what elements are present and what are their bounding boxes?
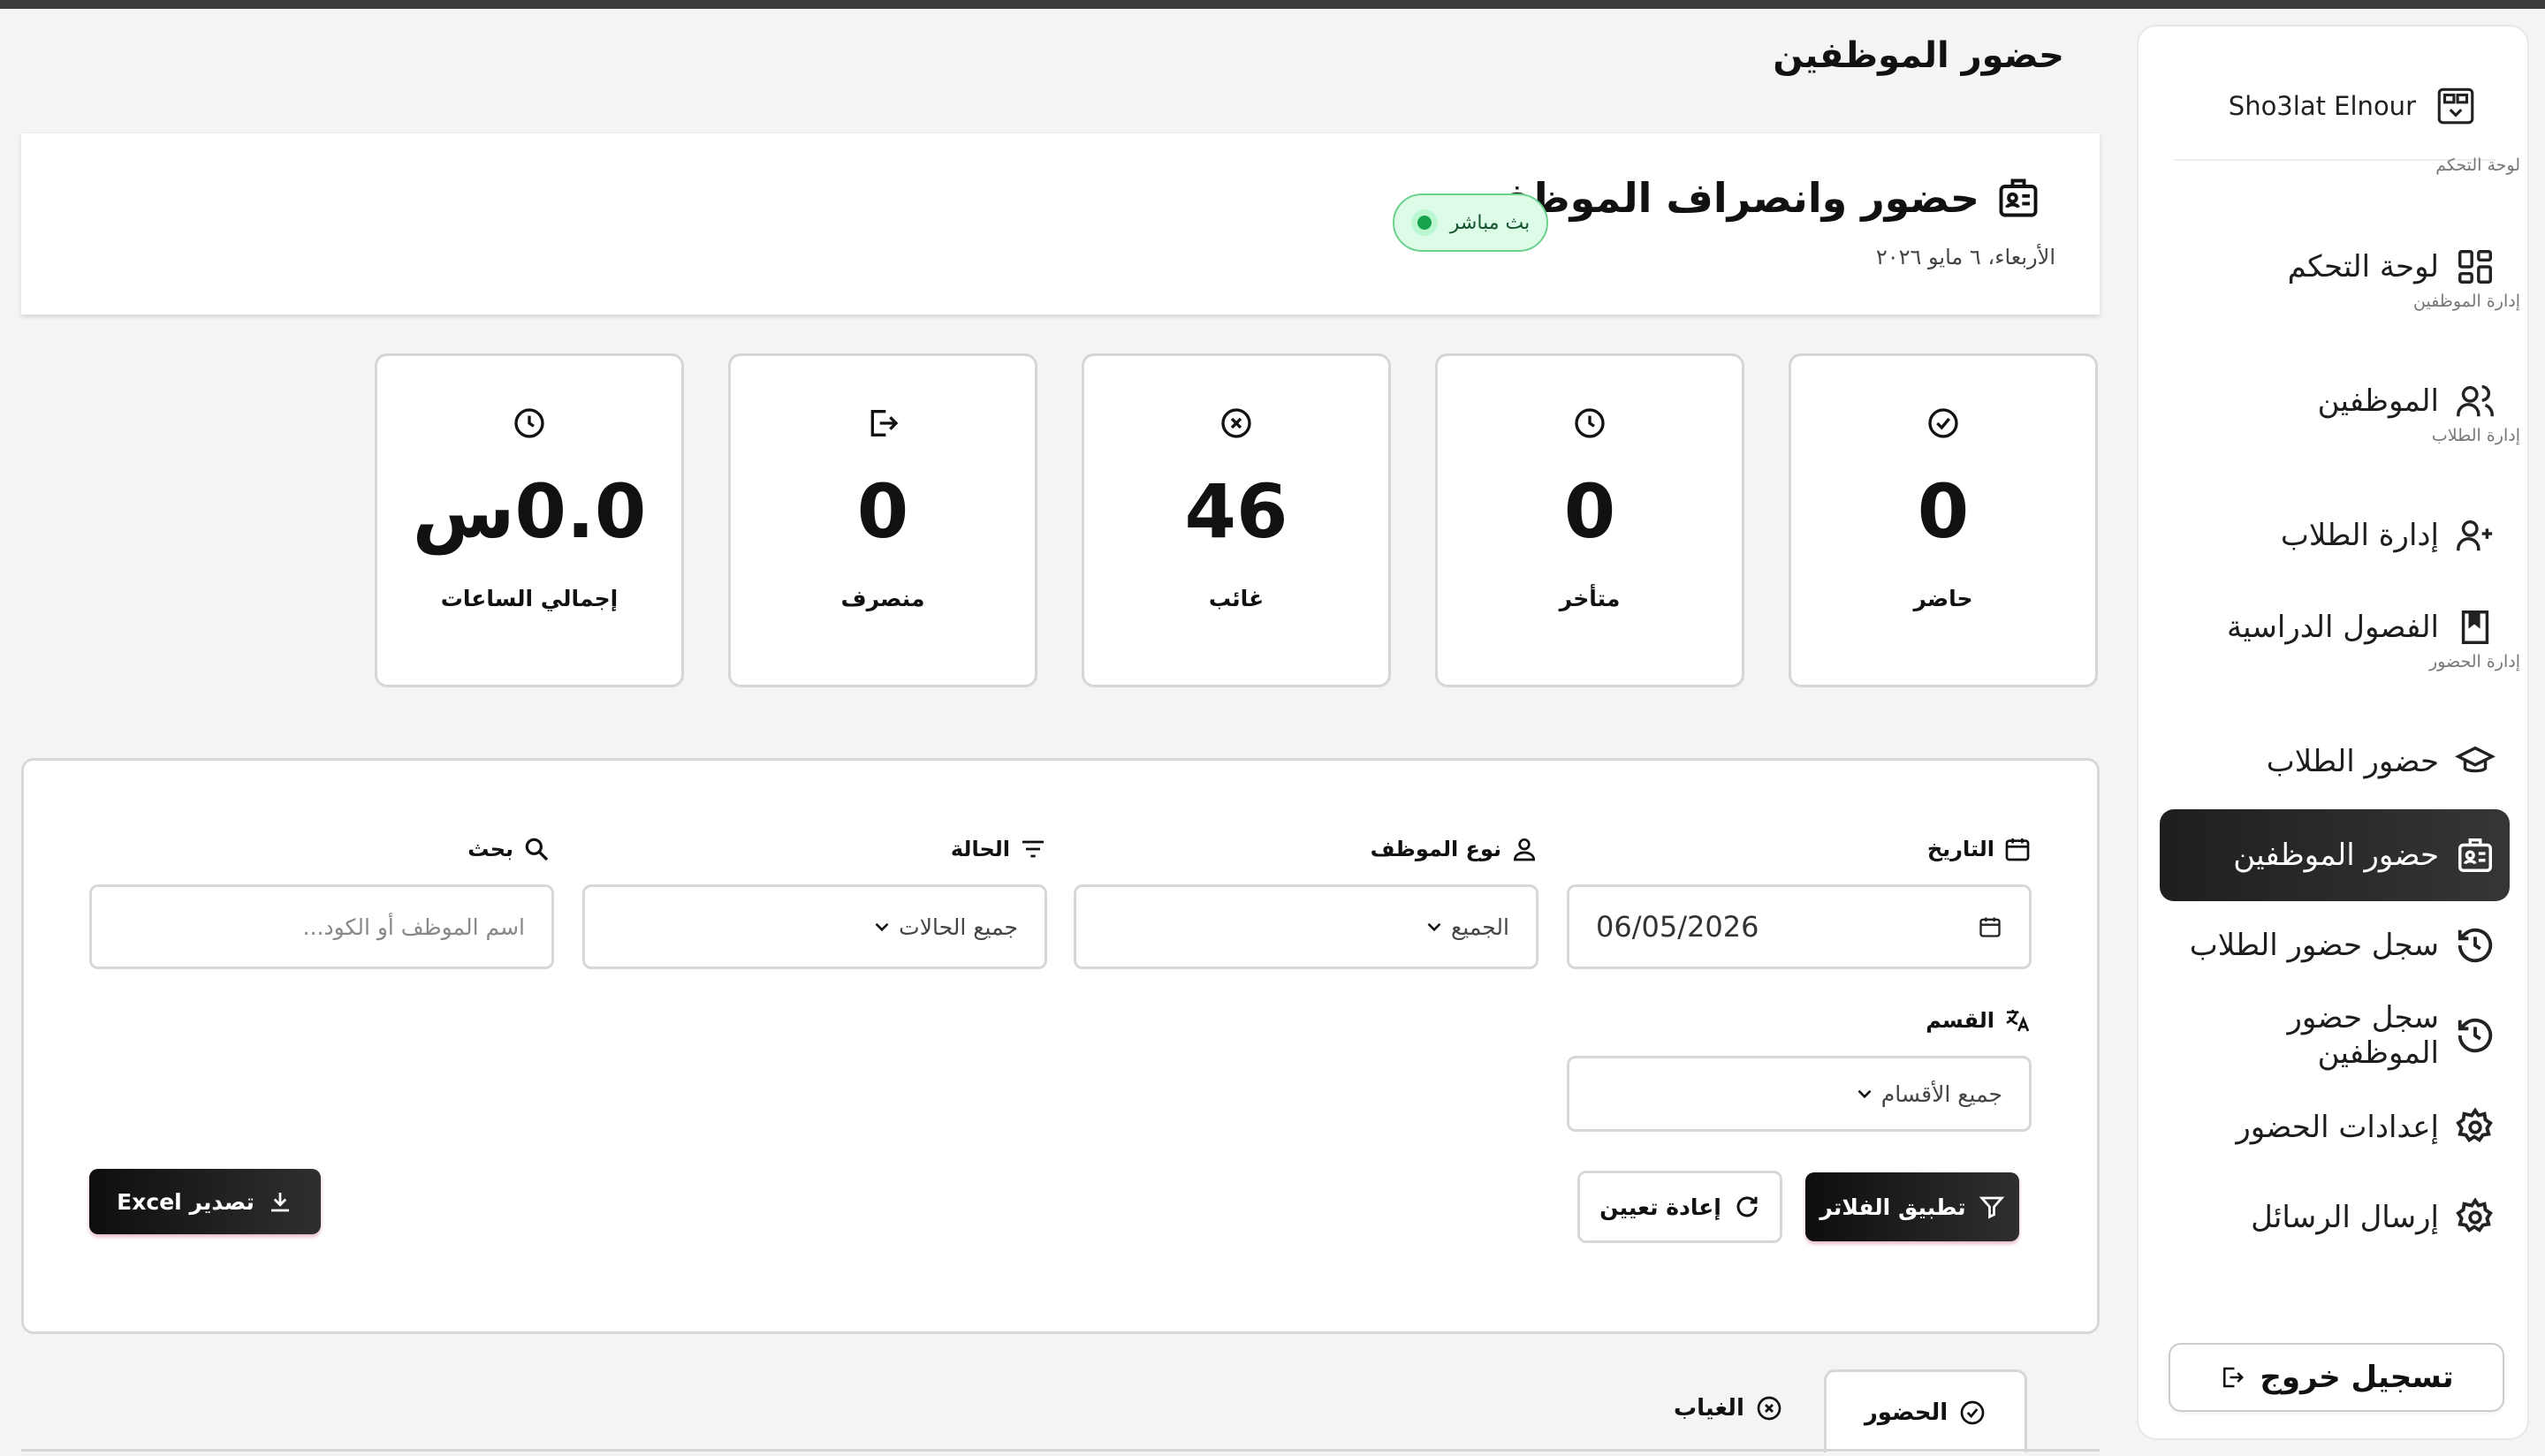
sidebar-item-students[interactable]: إدارة الطلاب — [2160, 489, 2510, 581]
search-input[interactable]: اسم الموظف أو الكود... — [89, 884, 554, 969]
gear-icon — [2456, 1197, 2493, 1233]
brand-name: Sho3lat Elnour — [2228, 91, 2416, 121]
refresh-icon — [1736, 1196, 1758, 1217]
top-bar — [0, 0, 2545, 9]
header-card: حضور وانصراف الموظفين الأربعاء، ٦ مايو ٢… — [21, 133, 2100, 315]
apply-filters-button[interactable]: تطبيق الفلاتر — [1805, 1172, 2019, 1241]
filter-icon — [1979, 1196, 2004, 1219]
id-badge-icon — [1999, 178, 2038, 217]
department-label: القسم — [1926, 1006, 2032, 1035]
sidebar-item-label: لوحة التحكم — [2287, 249, 2439, 284]
users-icon — [2457, 384, 2494, 417]
logout-label: تسجيل خروج — [2260, 1360, 2454, 1395]
sidebar-item-label: إعدادات الحضور — [2236, 1110, 2439, 1145]
sidebar-item-label: الموظفين — [2317, 383, 2439, 419]
header-date: الأربعاء، ٦ مايو ٢٠٢٦ — [1875, 245, 2055, 269]
page-title: حضور الموظفين — [1773, 35, 2064, 76]
employee-type-select[interactable]: الجميع — [1074, 884, 1538, 969]
stat-label: إجمالي الساعات — [440, 586, 619, 611]
stat-label: منصرف — [840, 586, 925, 611]
stat-label: حاضر — [1913, 586, 1973, 611]
check-circle-icon — [1928, 408, 1958, 438]
book-icon — [2461, 610, 2489, 644]
history-icon — [2458, 928, 2493, 963]
sidebar-item-employee-attendance-log[interactable]: سجل حضور الموظفين — [2160, 990, 2510, 1081]
department-select[interactable]: جميع الأقسام — [1567, 1056, 2032, 1132]
stat-card-late: 0 متأخر — [1435, 353, 1744, 687]
sidebar-item-send-messages[interactable]: إرسال الرسائل — [2160, 1172, 2510, 1263]
stat-label: غائب — [1208, 586, 1265, 611]
stat-card-departed: 0 منصرف — [728, 353, 1037, 687]
sidebar-item-label: الفصول الدراسية — [2226, 610, 2439, 645]
stat-value: 0 — [856, 468, 909, 555]
export-excel-button[interactable]: تصدير Excel — [89, 1169, 321, 1234]
chevron-down-icon — [1427, 922, 1441, 932]
x-circle-icon — [1221, 408, 1251, 438]
section-label-attendance: إدارة الحضور — [2429, 652, 2520, 671]
stat-label: متأخر — [1559, 586, 1621, 611]
graduation-cap-icon — [2455, 746, 2496, 773]
sidebar-item-student-attendance-log[interactable]: سجل حضور الطلاب — [2160, 899, 2510, 991]
tab-attendance[interactable]: الحضور — [1824, 1369, 2027, 1452]
section-label-students: إدارة الطلاب — [2431, 426, 2520, 445]
sidebar-item-label: حضور الطلاب — [2266, 744, 2439, 779]
dashboard-grid-icon — [2458, 250, 2492, 284]
status-label: الحالة — [951, 835, 1047, 863]
logout-icon — [870, 410, 899, 436]
chevron-down-icon — [875, 922, 889, 932]
search-label: بحث — [467, 835, 551, 863]
tab-absence[interactable]: الغياب — [1674, 1394, 1783, 1422]
status-select[interactable]: جميع الحالات — [582, 884, 1047, 969]
user-icon — [1513, 838, 1536, 861]
sidebar-item-student-attendance[interactable]: حضور الطلاب — [2160, 716, 2510, 808]
id-badge-icon — [2458, 838, 2492, 872]
download-icon — [270, 1193, 289, 1212]
sidebar: Sho3lat Elnour لوحة التحكم لوحة التحكم إ… — [2137, 25, 2529, 1440]
section-label-employees: إدارة الموظفين — [2413, 292, 2520, 311]
clock-icon — [514, 408, 544, 438]
filters-card: التاريخ نوع الموظف الحالة بحث 06/05/2026… — [21, 758, 2100, 1334]
check-circle-icon — [1960, 1400, 1985, 1424]
stat-card-total-hours: 0.0س إجمالي الساعات — [375, 353, 684, 687]
logout-button[interactable]: تسجيل خروج — [2169, 1343, 2504, 1412]
date-field[interactable]: 06/05/2026 — [1567, 884, 2032, 969]
date-label: التاريخ — [1927, 835, 2032, 863]
sidebar-item-label: حضور الموظفين — [2233, 838, 2439, 873]
chevron-down-icon — [1857, 1089, 1872, 1099]
x-circle-icon — [1757, 1396, 1782, 1421]
calendar-picker-icon[interactable] — [1978, 914, 2002, 939]
logout-icon — [2223, 1367, 2245, 1388]
section-label-dashboard: لوحة التحكم — [2435, 155, 2520, 175]
sidebar-item-label: إرسال الرسائل — [2251, 1200, 2439, 1235]
history-icon — [2458, 1018, 2493, 1053]
sidebar-item-employee-attendance[interactable]: حضور الموظفين — [2160, 809, 2510, 901]
sidebar-item-label: إدارة الطلاب — [2280, 518, 2439, 553]
brand[interactable]: Sho3lat Elnour — [2174, 53, 2496, 161]
stat-card-absent: 46 غائب — [1082, 353, 1391, 687]
employee-type-label: نوع الموظف — [1371, 835, 1538, 863]
tab-divider — [21, 1449, 2100, 1452]
live-badge: بث مباشر — [1393, 193, 1548, 252]
sidebar-item-label: سجل حضور الموظفين — [2287, 1000, 2439, 1071]
translate-icon — [2006, 1010, 2030, 1032]
sidebar-item-label: سجل حضور الطلاب — [2189, 928, 2439, 963]
stat-value: 0.0س — [412, 468, 647, 555]
stat-value: 0 — [1563, 468, 1616, 555]
calendar-icon — [2005, 838, 2030, 861]
sidebar-item-attendance-settings[interactable]: إعدادات الحضور — [2160, 1081, 2510, 1173]
stat-value: 0 — [1917, 468, 1970, 555]
live-dot-icon — [1410, 209, 1438, 236]
stat-card-present: 0 حاضر — [1789, 353, 2098, 687]
search-icon — [525, 838, 549, 861]
gear-icon — [2456, 1107, 2493, 1143]
user-plus-icon — [2457, 519, 2493, 551]
reset-button[interactable]: إعادة تعيين — [1577, 1171, 1782, 1243]
brand-logo-icon — [2437, 87, 2474, 125]
stat-value: 46 — [1184, 468, 1288, 555]
live-badge-label: بث مباشر — [1449, 211, 1531, 234]
clock-icon — [1575, 408, 1605, 438]
filter-lines-icon — [1022, 840, 1044, 858]
